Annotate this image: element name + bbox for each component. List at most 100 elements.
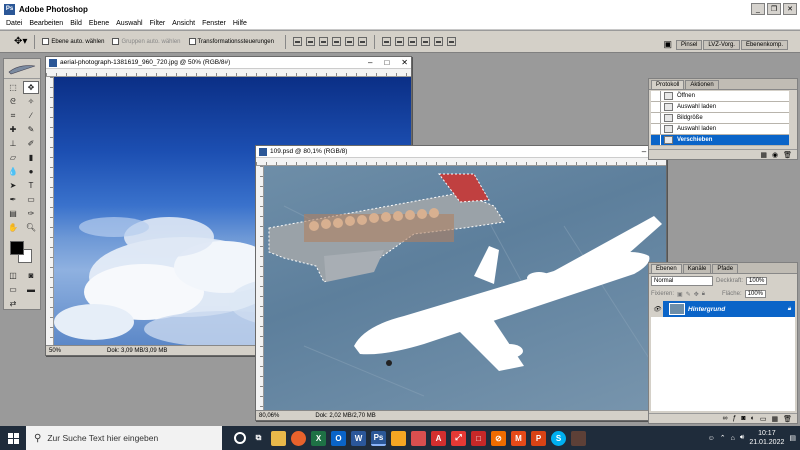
shape-tool-icon[interactable]: ▭ — [23, 193, 39, 206]
palette-well-icon[interactable]: ▣ — [664, 39, 673, 50]
firefox-icon[interactable] — [291, 430, 306, 446]
skype-icon[interactable]: S — [551, 430, 566, 446]
new-document-from-state-icon[interactable]: ▦ — [760, 151, 767, 159]
move-tool-preset-icon[interactable]: ✥▾ — [14, 36, 27, 47]
app-p-icon[interactable]: P — [531, 430, 546, 446]
lasso-tool-icon[interactable]: ᘓ — [5, 95, 21, 108]
doc-size-info[interactable]: Dok: 3,09 MB/3,09 MB — [107, 348, 167, 354]
quick-mask-mode-icon[interactable]: ◙ — [23, 269, 39, 282]
align-bottom-icon[interactable] — [319, 37, 328, 46]
align-hcenter-icon[interactable] — [345, 37, 354, 46]
lock-pixels-icon[interactable]: ✎ — [686, 291, 691, 298]
excel-icon[interactable]: X — [311, 430, 326, 446]
app-gallery-icon[interactable] — [411, 430, 426, 446]
tab-history[interactable]: Protokoll — [651, 80, 685, 89]
restore-button[interactable]: ❐ — [767, 3, 781, 15]
doc-close-button[interactable]: ✕ — [401, 58, 408, 67]
marquee-tool-icon[interactable]: ⬚ — [5, 81, 21, 94]
align-left-icon[interactable] — [332, 37, 341, 46]
distribute-left-icon[interactable] — [421, 37, 430, 46]
history-item[interactable]: Auswahl laden — [651, 124, 789, 135]
pen-tool-icon[interactable]: ✒ — [5, 193, 21, 206]
menu-ebene[interactable]: Ebene — [89, 20, 109, 27]
tray-volume-icon[interactable]: 🔊︎ — [740, 434, 744, 442]
doc-maximize-button[interactable]: □ — [384, 58, 389, 67]
app-m-icon[interactable]: M — [511, 430, 526, 446]
tray-network-icon[interactable]: ⌂ — [731, 435, 735, 442]
healing-brush-tool-icon[interactable]: ✚ — [5, 123, 21, 136]
layer-row[interactable]: 👁︎ Hintergrund 🔒︎ — [651, 301, 795, 317]
tab-layers[interactable]: Ebenen — [651, 264, 682, 273]
tab-paths[interactable]: Pfade — [712, 264, 739, 273]
eraser-tool-icon[interactable]: ▱ — [5, 151, 21, 164]
stamp-tool-icon[interactable]: ⊥ — [5, 137, 21, 150]
tray-user-icon[interactable]: ☺ — [708, 435, 715, 442]
lock-position-icon[interactable]: ✥ — [694, 291, 699, 298]
layer-style-icon[interactable]: ƒ — [732, 415, 736, 422]
delete-layer-icon[interactable]: 🗑︎ — [783, 415, 792, 423]
doc-minimize-button[interactable]: – — [642, 147, 646, 156]
menu-fenster[interactable]: Fenster — [202, 20, 226, 27]
well-tab-lvz[interactable]: LVZ-Vorg. — [703, 40, 740, 50]
photoshop-task-icon[interactable]: Ps — [371, 430, 386, 446]
path-select-tool-icon[interactable]: ➤ — [5, 179, 21, 192]
distribute-top-icon[interactable] — [382, 37, 391, 46]
file-explorer-icon[interactable] — [271, 430, 286, 446]
history-item[interactable]: Bildgröße — [651, 113, 789, 124]
word-icon[interactable]: W — [351, 430, 366, 446]
tray-chevron-icon[interactable]: ⌃ — [720, 434, 726, 442]
magic-wand-tool-icon[interactable]: ✧ — [23, 95, 39, 108]
zoom-level[interactable]: 80,06% — [259, 413, 279, 419]
layer-name[interactable]: Hintergrund — [688, 306, 788, 313]
dodge-tool-icon[interactable]: ● — [23, 165, 39, 178]
menu-bearbeiten[interactable]: Bearbeiten — [29, 20, 63, 27]
tab-actions[interactable]: Aktionen — [685, 80, 719, 89]
feather-logo-icon[interactable] — [4, 59, 40, 79]
color-swatches[interactable] — [8, 239, 40, 265]
link-layers-icon[interactable]: ∞ — [722, 415, 727, 422]
menu-ansicht[interactable]: Ansicht — [172, 20, 195, 27]
zoom-level[interactable]: 50% — [49, 348, 61, 354]
align-top-icon[interactable] — [293, 37, 302, 46]
outlook-icon[interactable]: O — [331, 430, 346, 446]
align-vcenter-icon[interactable] — [306, 37, 315, 46]
menu-filter[interactable]: Filter — [150, 20, 166, 27]
doc-minimize-button[interactable]: – — [368, 58, 372, 67]
move-tool-icon[interactable]: ✥ — [23, 81, 39, 94]
zoom-tool-icon[interactable]: 🔍︎ — [23, 221, 39, 234]
fill-input[interactable]: 100% — [744, 290, 766, 298]
slice-tool-icon[interactable]: ∕ — [23, 109, 39, 122]
distribute-bottom-icon[interactable] — [408, 37, 417, 46]
eyedropper-tool-icon[interactable]: ✑ — [23, 207, 39, 220]
screen-mode-full-icon[interactable]: ▬ — [23, 283, 39, 296]
notifications-icon[interactable]: ▤ — [789, 434, 796, 442]
history-item[interactable]: Auswahl laden — [651, 102, 789, 113]
menu-bild[interactable]: Bild — [70, 20, 82, 27]
opacity-input[interactable]: 100% — [746, 277, 768, 285]
app-red-icon[interactable]: □ — [471, 430, 486, 446]
app-image-icon[interactable] — [571, 430, 586, 446]
standard-mode-icon[interactable]: ◫ — [5, 269, 21, 282]
document-titlebar[interactable]: aerial-photograph-1381619_960_720.jpg @ … — [46, 57, 411, 69]
foreground-color-swatch[interactable] — [10, 241, 24, 255]
pdf-icon[interactable]: ⤢ — [451, 430, 466, 446]
start-button[interactable] — [0, 426, 26, 450]
document-window-109[interactable]: 109.psd @ 80,1% (RGB/8) – □ — [255, 145, 667, 421]
screen-mode-standard-icon[interactable]: ▭ — [5, 283, 21, 296]
history-brush-tool-icon[interactable]: ✐ — [23, 137, 39, 150]
doc-size-info[interactable]: Dok: 2,02 MB/2,70 MB — [315, 413, 375, 419]
well-tab-pinsel[interactable]: Pinsel — [676, 40, 703, 50]
distribute-right-icon[interactable] — [447, 37, 456, 46]
distribute-hcenter-icon[interactable] — [434, 37, 443, 46]
clock[interactable]: 10:17 21.01.2022 — [749, 429, 784, 447]
transform-controls-checkbox[interactable]: Transformationssteuerungen — [188, 38, 274, 45]
distribute-vcenter-icon[interactable] — [395, 37, 404, 46]
new-snapshot-icon[interactable]: ◉ — [772, 151, 778, 159]
cortana-icon[interactable] — [234, 432, 246, 444]
crop-tool-icon[interactable]: ⌗ — [5, 109, 21, 122]
notes-tool-icon[interactable]: ▤ — [5, 207, 21, 220]
menu-hilfe[interactable]: Hilfe — [233, 20, 247, 27]
jump-to-imageready-icon[interactable]: ⇄ — [5, 297, 21, 310]
adjustment-layer-icon[interactable]: ◐ — [751, 415, 755, 422]
new-layer-icon[interactable]: ▦ — [771, 415, 778, 423]
